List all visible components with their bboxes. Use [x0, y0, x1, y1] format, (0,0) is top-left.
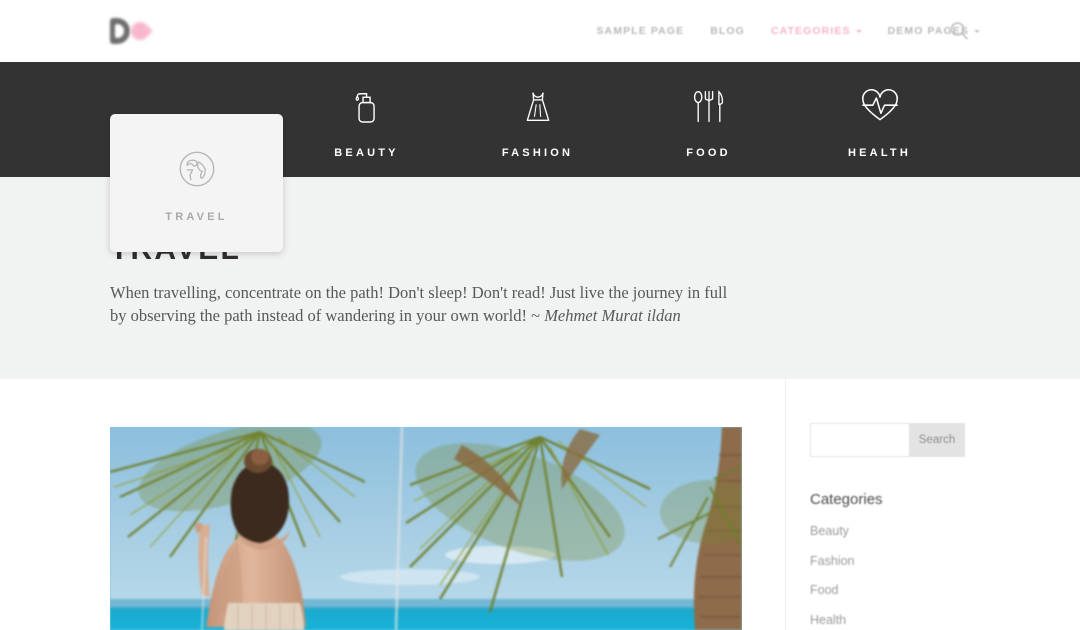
nav-item-blog[interactable]: BLOG: [710, 25, 745, 37]
category-item-food[interactable]: FOOD: [623, 62, 794, 177]
post-content-column: [0, 379, 786, 630]
primary-nav: SAMPLE PAGE BLOG CATEGORIES DEMO PAGES: [596, 0, 980, 62]
search-submit-button[interactable]: Search: [909, 423, 965, 457]
category-label: FOOD: [686, 146, 731, 159]
sidebar-category-label: Food: [810, 583, 839, 597]
page-body: Search Categories Beauty Fashion Food He…: [0, 379, 1080, 630]
sidebar-search-form: Search: [810, 423, 965, 457]
dress-icon: [516, 81, 560, 133]
category-label: TRAVEL: [165, 211, 228, 223]
category-label: BEAUTY: [334, 146, 399, 159]
site-header: SAMPLE PAGE BLOG CATEGORIES DEMO PAGES: [0, 0, 1080, 62]
hero-description: When travelling, concentrate on the path…: [110, 281, 735, 328]
category-label: FASHION: [501, 146, 574, 159]
sidebar-category-label: Fashion: [810, 553, 855, 568]
category-item-fashion[interactable]: FASHION: [452, 62, 623, 177]
chevron-down-icon: [974, 29, 980, 33]
sidebar-categories-list: Beauty Fashion Food Health Travel: [810, 524, 1080, 630]
lotion-bottle-icon: [345, 81, 389, 133]
logo-d-mark: [110, 18, 132, 44]
category-label: HEALTH: [848, 146, 911, 159]
category-item-health[interactable]: HEALTH: [794, 62, 965, 177]
sidebar-category-food[interactable]: Food: [810, 583, 1080, 597]
site-logo[interactable]: [110, 14, 166, 48]
sidebar: Search Categories Beauty Fashion Food He…: [786, 379, 1080, 630]
category-item-beauty[interactable]: BEAUTY: [281, 62, 452, 177]
logo-heart-mark: [130, 19, 156, 43]
featured-post-image[interactable]: [110, 427, 742, 630]
sidebar-category-health[interactable]: Health: [810, 613, 1080, 627]
globe-icon: [175, 143, 219, 195]
sidebar-category-label: Health: [810, 612, 847, 627]
sidebar-categories-heading: Categories: [810, 491, 883, 508]
search-input[interactable]: [810, 423, 909, 457]
nav-label: SAMPLE PAGE: [596, 25, 685, 37]
category-bar: BEAUTY FASHION FOOD HEALTH TRAVEL: [0, 62, 1080, 252]
category-item-travel-active[interactable]: TRAVEL: [110, 114, 283, 252]
chevron-down-icon: [855, 29, 862, 33]
nav-label: CATEGORIES: [770, 25, 851, 37]
sidebar-category-beauty[interactable]: Beauty: [810, 524, 1080, 538]
sidebar-category-label: Beauty: [810, 524, 849, 538]
nav-label: BLOG: [710, 25, 745, 37]
cutlery-icon: [687, 81, 731, 133]
hero-description-author: Mehmet Murat ildan: [544, 306, 681, 326]
nav-item-categories[interactable]: CATEGORIES: [771, 25, 862, 37]
search-icon[interactable]: [948, 20, 970, 42]
sidebar-category-fashion[interactable]: Fashion: [810, 554, 1080, 568]
heart-pulse-icon: [858, 81, 902, 133]
nav-item-sample-page[interactable]: SAMPLE PAGE: [596, 25, 684, 37]
